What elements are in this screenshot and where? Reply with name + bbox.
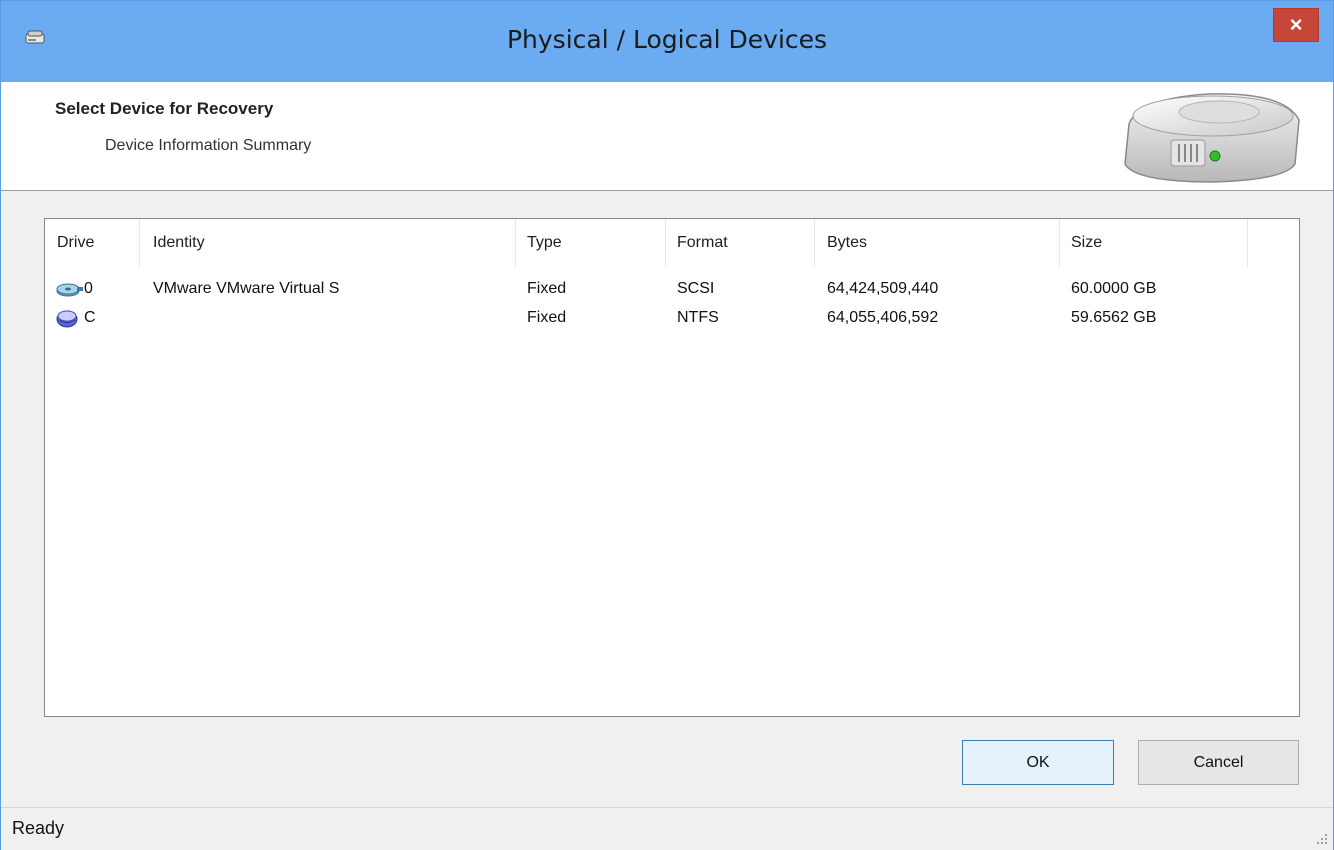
column-divider[interactable] xyxy=(139,219,140,267)
dialog-window: Physical / Logical Devices × Select Devi… xyxy=(0,0,1334,850)
column-header-bytes[interactable]: Bytes xyxy=(815,219,1059,267)
table-row[interactable]: 0 VMware VMware Virtual S Fixed SCSI 64,… xyxy=(45,274,1299,303)
title-bar[interactable]: Physical / Logical Devices × xyxy=(1,1,1333,82)
header-subtitle: Device Information Summary xyxy=(105,137,312,154)
header-panel: Select Device for Recovery Device Inform… xyxy=(1,82,1333,191)
cell-type: Fixed xyxy=(527,309,567,326)
header-title: Select Device for Recovery xyxy=(55,99,274,118)
hard-drive-icon xyxy=(1124,93,1300,183)
column-divider[interactable] xyxy=(1247,219,1248,267)
column-header-size[interactable]: Size xyxy=(1059,219,1247,267)
cell-type: Fixed xyxy=(527,280,567,297)
cell-bytes: 64,055,406,592 xyxy=(827,309,939,326)
column-header-identity[interactable]: Identity xyxy=(141,219,513,267)
device-list[interactable]: Drive Identity Type Format Bytes Size 0 … xyxy=(44,218,1300,717)
cell-format: NTFS xyxy=(677,309,719,326)
physical-disk-icon xyxy=(56,283,83,297)
column-header-type[interactable]: Type xyxy=(515,219,665,267)
resize-grip-icon[interactable] xyxy=(1313,830,1329,846)
column-header-format[interactable]: Format xyxy=(665,219,815,267)
list-header: Drive Identity Type Format Bytes Size xyxy=(45,219,1299,267)
window-title: Physical / Logical Devices xyxy=(506,25,828,54)
close-button[interactable]: × xyxy=(1273,8,1319,42)
status-text: Ready xyxy=(12,818,65,838)
column-header-drive[interactable]: Drive xyxy=(45,219,139,267)
cell-size: 60.0000 GB xyxy=(1071,280,1157,297)
cell-size: 59.6562 GB xyxy=(1071,309,1157,326)
ok-button[interactable]: OK xyxy=(962,740,1114,785)
cell-format: SCSI xyxy=(677,280,715,297)
table-row[interactable]: C Fixed NTFS 64,055,406,592 59.6562 GB xyxy=(45,303,1299,332)
cancel-button[interactable]: Cancel xyxy=(1138,740,1299,785)
cell-bytes: 64,424,509,440 xyxy=(827,280,939,297)
logical-volume-icon xyxy=(56,310,78,328)
cell-drive: C xyxy=(84,309,96,326)
cell-drive: 0 xyxy=(84,280,93,297)
close-icon: × xyxy=(1289,12,1303,37)
status-bar: Ready xyxy=(1,807,1333,850)
cell-identity: VMware VMware Virtual S xyxy=(153,280,340,297)
